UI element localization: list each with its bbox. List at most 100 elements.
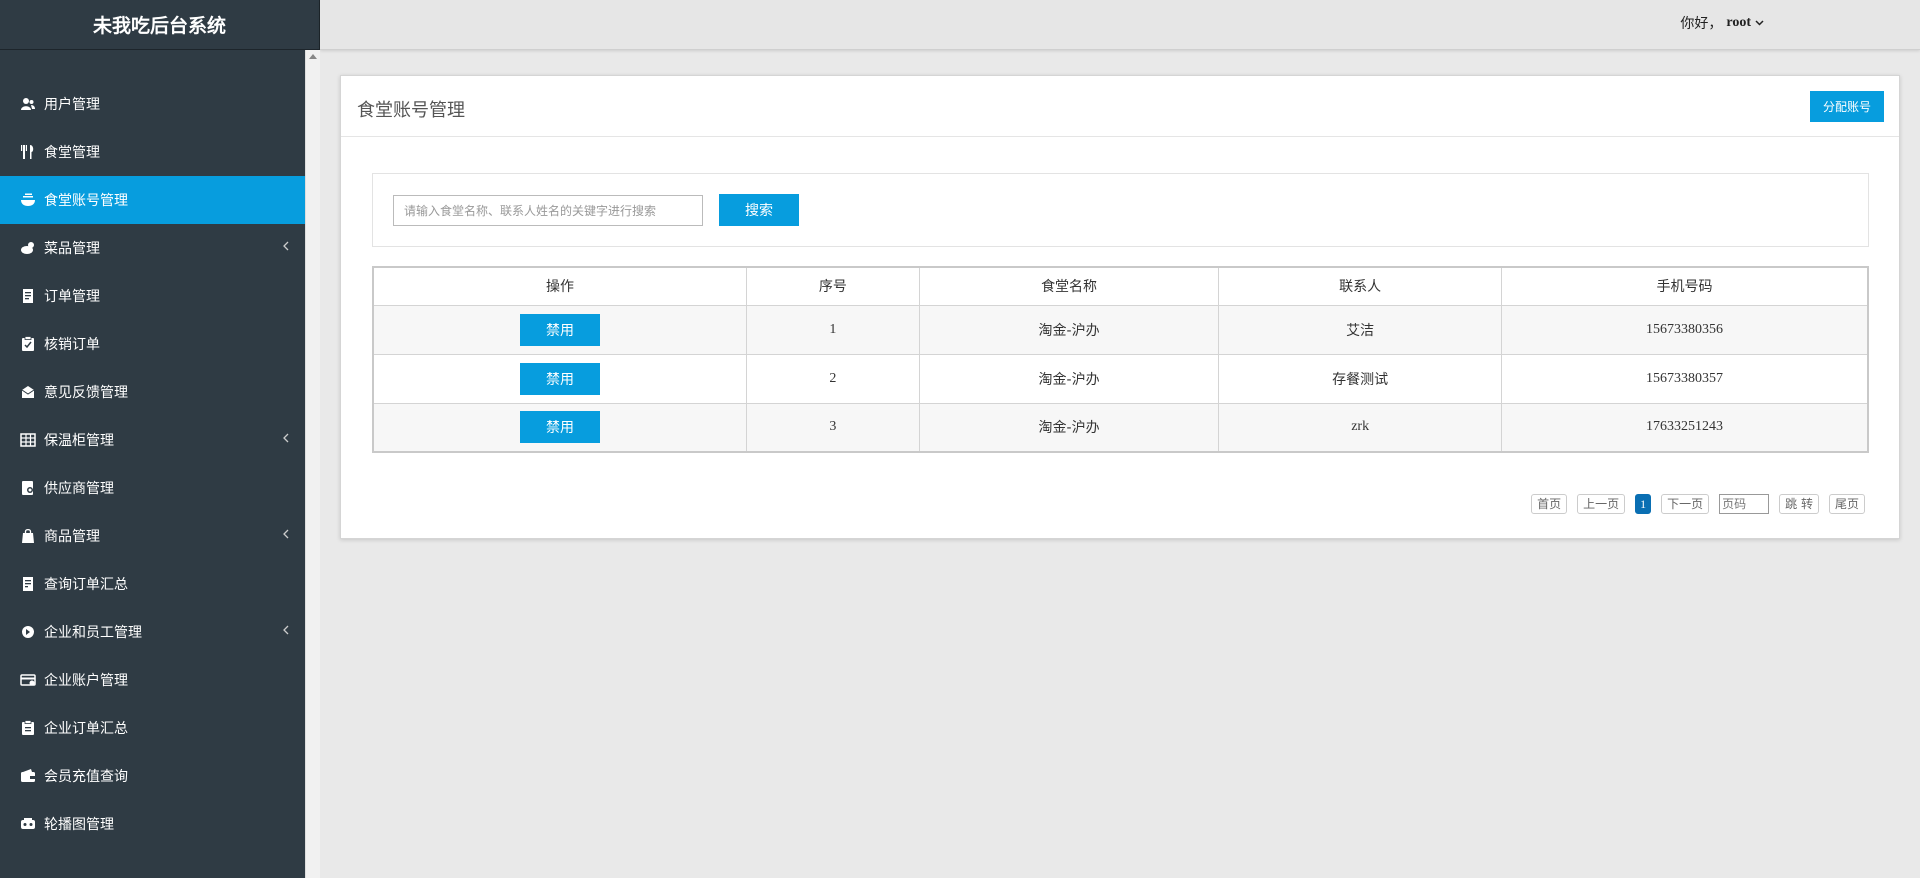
sidebar-item-label: 菜品管理 bbox=[44, 241, 100, 257]
sidebar-item-dishes[interactable]: 菜品管理 bbox=[0, 224, 305, 272]
sidebar-item-canteen[interactable]: 食堂管理 bbox=[0, 128, 305, 176]
sidebar-item-label: 意见反馈管理 bbox=[44, 385, 128, 401]
index-cell: 2 bbox=[746, 353, 920, 404]
chevron-left-icon bbox=[283, 625, 289, 635]
sidebar-item-order-summary[interactable]: 查询订单汇总 bbox=[0, 560, 305, 608]
sidebar-item-warmer-cabinet[interactable]: 保温柜管理 bbox=[0, 416, 305, 464]
clipboard-check-icon bbox=[20, 336, 36, 352]
page-number-input[interactable] bbox=[1719, 494, 1770, 514]
action-cell: 禁用 bbox=[372, 402, 748, 453]
sidebar-item-label: 企业账户管理 bbox=[44, 673, 128, 689]
grid-icon bbox=[20, 432, 36, 448]
sidebar-item-users[interactable]: 用户管理 bbox=[0, 80, 305, 128]
column-header-action: 操作 bbox=[372, 266, 748, 306]
sidebar: 用户管理 食堂管理 食堂账号管理 菜品管理 订单管理 核销订单 意见反馈管理 保… bbox=[0, 50, 305, 878]
sidebar-item-label: 供应商管理 bbox=[44, 481, 114, 497]
sidebar-item-companies-employees[interactable]: 企业和员工管理 bbox=[0, 608, 305, 656]
search-input[interactable] bbox=[393, 195, 703, 226]
sidebar-item-company-accounts[interactable]: 企业账户管理 bbox=[0, 656, 305, 704]
chevron-down-icon bbox=[1755, 20, 1764, 26]
canteen-name-cell: 淘金-沪办 bbox=[918, 402, 1220, 453]
canteen-account-table: 操作 序号 食堂名称 联系人 手机号码 禁用 1 淘金-沪办 艾洁 156733… bbox=[372, 266, 1869, 453]
chevron-left-icon bbox=[283, 241, 289, 251]
jump-button[interactable]: 跳 转 bbox=[1779, 494, 1819, 514]
contact-cell: zrk bbox=[1218, 402, 1502, 453]
sidebar-item-member-recharge[interactable]: 会员充值查询 bbox=[0, 752, 305, 800]
chevron-left-icon bbox=[283, 433, 289, 443]
sidebar-item-company-orders[interactable]: 企业订单汇总 bbox=[0, 704, 305, 752]
greeting-text: 你好， bbox=[1680, 16, 1723, 32]
supplier-icon bbox=[20, 480, 36, 496]
contact-cell: 艾洁 bbox=[1218, 304, 1502, 355]
sidebar-scrollbar[interactable] bbox=[305, 50, 320, 878]
search-area: 搜索 bbox=[372, 173, 1869, 247]
sidebar-item-suppliers[interactable]: 供应商管理 bbox=[0, 464, 305, 512]
disable-button[interactable]: 禁用 bbox=[520, 411, 601, 444]
images-icon bbox=[20, 816, 36, 832]
sidebar-item-verify-orders[interactable]: 核销订单 bbox=[0, 320, 305, 368]
disable-button[interactable]: 禁用 bbox=[520, 313, 601, 346]
table-row: 禁用 1 淘金-沪办 艾洁 15673380356 bbox=[372, 304, 1869, 355]
sidebar-item-orders[interactable]: 订单管理 bbox=[0, 272, 305, 320]
action-cell: 禁用 bbox=[372, 353, 748, 404]
column-header-contact: 联系人 bbox=[1218, 266, 1502, 306]
canteen-name-cell: 淘金-沪办 bbox=[918, 304, 1220, 355]
action-cell: 禁用 bbox=[372, 304, 748, 355]
scroll-up-arrow-icon[interactable] bbox=[309, 54, 317, 59]
phone-cell: 15673380357 bbox=[1500, 353, 1869, 404]
page-title: 食堂账号管理 bbox=[357, 100, 465, 121]
receipt-icon bbox=[20, 288, 36, 304]
username: root bbox=[1726, 15, 1751, 30]
sidebar-item-label: 核销订单 bbox=[44, 337, 100, 353]
sidebar-item-label: 企业订单汇总 bbox=[44, 721, 128, 737]
column-header-index: 序号 bbox=[746, 266, 920, 306]
sidebar-item-carousel[interactable]: 轮播图管理 bbox=[0, 800, 305, 848]
bowl-icon bbox=[20, 192, 36, 208]
next-page-button[interactable]: 下一页 bbox=[1661, 494, 1710, 514]
wallet-icon bbox=[20, 768, 36, 784]
mailbox-icon bbox=[20, 384, 36, 400]
search-button[interactable]: 搜索 bbox=[719, 194, 799, 226]
sidebar-item-label: 保温柜管理 bbox=[44, 433, 114, 449]
sidebar-item-label: 会员充值查询 bbox=[44, 769, 128, 785]
last-page-button[interactable]: 尾页 bbox=[1828, 494, 1865, 514]
index-cell: 1 bbox=[746, 304, 920, 355]
sidebar-item-label: 查询订单汇总 bbox=[44, 577, 128, 593]
table-row: 禁用 3 淘金-沪办 zrk 17633251243 bbox=[372, 402, 1869, 453]
contact-cell: 存餐测试 bbox=[1218, 353, 1502, 404]
prev-page-button[interactable]: 上一页 bbox=[1577, 494, 1626, 514]
phone-cell: 17633251243 bbox=[1500, 402, 1869, 453]
content-panel: 食堂账号管理 分配账号 搜索 操作 序号 食堂名称 联系人 手机号码 禁用 1 … bbox=[340, 75, 1900, 539]
column-header-canteen-name: 食堂名称 bbox=[918, 266, 1220, 306]
sidebar-item-label: 食堂管理 bbox=[44, 145, 100, 161]
user-menu[interactable]: 你好， root bbox=[1680, 13, 1764, 33]
top-bar: 你好， root bbox=[320, 0, 1920, 50]
table-row: 禁用 2 淘金-沪办 存餐测试 15673380357 bbox=[372, 353, 1869, 404]
current-page-button[interactable]: 1 bbox=[1635, 494, 1652, 514]
company-icon bbox=[20, 624, 36, 640]
panel-header: 食堂账号管理 分配账号 bbox=[341, 76, 1899, 137]
sidebar-item-products[interactable]: 商品管理 bbox=[0, 512, 305, 560]
column-header-phone: 手机号码 bbox=[1500, 266, 1869, 306]
document-icon bbox=[20, 576, 36, 592]
pagination: 首页 上一页 1 下一页 跳 转 尾页 bbox=[1521, 494, 1865, 514]
app-title: 未我吃后台系统 bbox=[0, 0, 320, 50]
sidebar-item-label: 用户管理 bbox=[44, 97, 100, 113]
canteen-name-cell: 淘金-沪办 bbox=[918, 353, 1220, 404]
table-header-row: 操作 序号 食堂名称 联系人 手机号码 bbox=[372, 266, 1869, 306]
disable-button[interactable]: 禁用 bbox=[520, 362, 601, 395]
index-cell: 3 bbox=[746, 402, 920, 453]
sidebar-item-label: 轮播图管理 bbox=[44, 817, 114, 833]
users-icon bbox=[20, 96, 36, 112]
sidebar-item-label: 企业和员工管理 bbox=[44, 625, 142, 641]
bag-icon bbox=[20, 528, 36, 544]
assign-account-button[interactable]: 分配账号 bbox=[1810, 91, 1884, 122]
sidebar-item-label: 食堂账号管理 bbox=[44, 193, 128, 209]
wallet-card-icon bbox=[20, 672, 36, 688]
chevron-left-icon bbox=[283, 529, 289, 539]
sidebar-item-label: 订单管理 bbox=[44, 289, 100, 305]
sidebar-item-canteen-account[interactable]: 食堂账号管理 bbox=[0, 176, 305, 224]
sidebar-item-feedback[interactable]: 意见反馈管理 bbox=[0, 368, 305, 416]
first-page-button[interactable]: 首页 bbox=[1531, 494, 1568, 514]
clipboard-icon bbox=[20, 720, 36, 736]
